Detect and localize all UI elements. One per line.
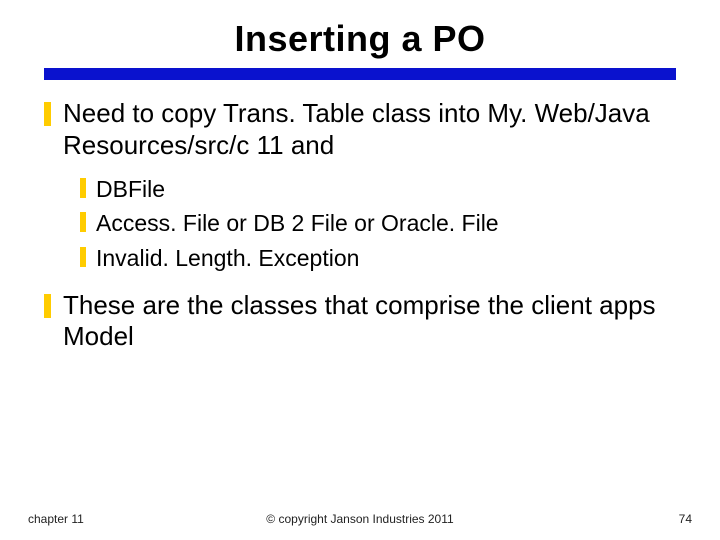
bullet-level2: Access. File or DB 2 File or Oracle. Fil… <box>80 209 676 237</box>
slide-body: Need to copy Trans. Table class into My.… <box>44 98 676 353</box>
bullet-icon <box>80 212 86 232</box>
bullet-text: These are the classes that comprise the … <box>63 290 676 353</box>
sublist: DBFile Access. File or DB 2 File or Orac… <box>80 175 676 271</box>
bullet-text: Need to copy Trans. Table class into My.… <box>63 98 676 161</box>
slide-title: Inserting a PO <box>44 18 676 60</box>
bullet-level1: These are the classes that comprise the … <box>44 290 676 353</box>
bullet-text: DBFile <box>96 175 676 203</box>
bullet-icon <box>80 178 86 198</box>
bullet-level1: Need to copy Trans. Table class into My.… <box>44 98 676 161</box>
bullet-level2: DBFile <box>80 175 676 203</box>
slide: Inserting a PO Need to copy Trans. Table… <box>0 0 720 540</box>
footer-center: © copyright Janson Industries 2011 <box>0 512 720 526</box>
bullet-text: Invalid. Length. Exception <box>96 244 676 272</box>
bullet-level2: Invalid. Length. Exception <box>80 244 676 272</box>
title-underline <box>44 68 676 80</box>
footer-right: 74 <box>679 512 692 526</box>
bullet-icon <box>44 294 51 318</box>
bullet-text: Access. File or DB 2 File or Oracle. Fil… <box>96 209 676 237</box>
bullet-icon <box>80 247 86 267</box>
bullet-icon <box>44 102 51 126</box>
